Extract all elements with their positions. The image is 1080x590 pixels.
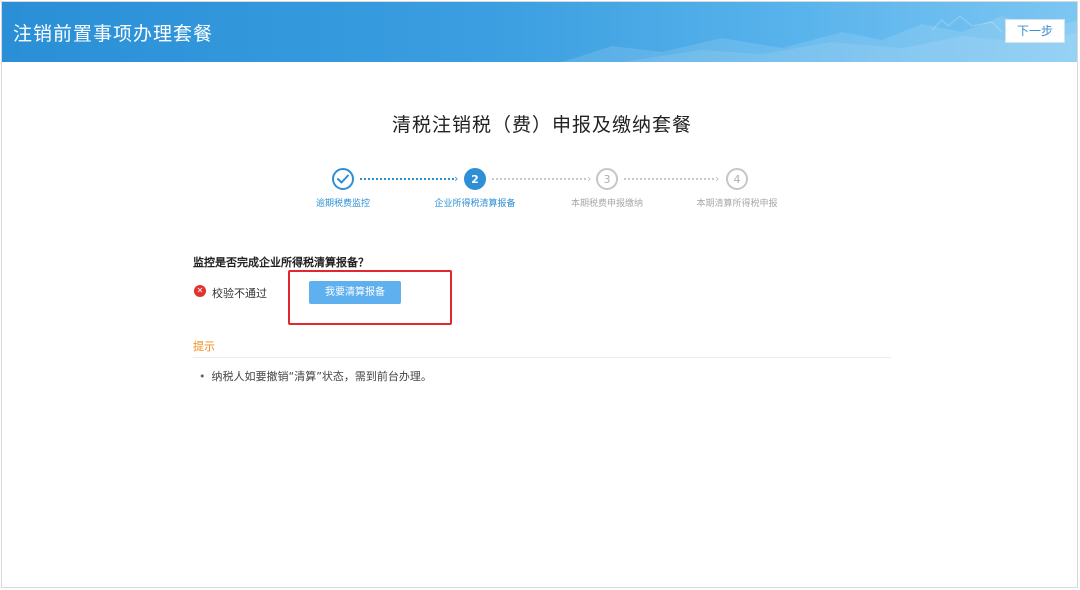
step-1-label: 逾期税费监控 (315, 199, 371, 209)
app-title: 注销前置事项办理套餐 (13, 23, 214, 45)
chevron-right-icon: › (587, 172, 592, 185)
check-icon (337, 174, 349, 184)
step-connector-2 (492, 178, 586, 180)
tips-title: 提示 (193, 340, 215, 353)
step-connector-1 (360, 178, 454, 180)
step-connector-3 (624, 178, 714, 180)
error-icon: ✕ (194, 285, 206, 297)
tip-text: 纳税人如要撤销“清算”状态，需到前台办理。 (211, 370, 432, 383)
step-2-label: 企业所得税清算报备 (434, 199, 516, 209)
chevron-right-icon: › (715, 172, 720, 185)
page-title: 清税注销税（费）申报及缴纳套餐 (391, 114, 692, 136)
bullet-icon: • (199, 370, 206, 383)
next-step-button[interactable]: 下一步 (1005, 19, 1065, 43)
step-3-label: 本期税费申报缴纳 (570, 199, 644, 209)
tips-divider (193, 357, 891, 358)
step-1-circle (332, 168, 354, 190)
liquidation-report-button[interactable]: 我要清算报备 (309, 281, 401, 304)
step-3-circle: 3 (596, 168, 618, 190)
header-banner: 注销前置事项办理套餐 下一步 (2, 2, 1077, 62)
chevron-right-icon: › (454, 172, 459, 185)
check-question: 监控是否完成企业所得税清算报备？ (193, 256, 369, 269)
step-4-circle: 4 (726, 168, 748, 190)
tip-list-item: • 纳税人如要撤销“清算”状态，需到前台办理。 (199, 368, 432, 384)
check-status-text: 校验不通过 (212, 287, 267, 300)
step-4-label: 本期清算所得税申报 (696, 199, 778, 209)
step-2-circle: 2 (464, 168, 486, 190)
app-window: 注销前置事项办理套餐 下一步 清税注销税（费）申报及缴纳套餐 › 2 › 3 ›… (1, 1, 1078, 588)
